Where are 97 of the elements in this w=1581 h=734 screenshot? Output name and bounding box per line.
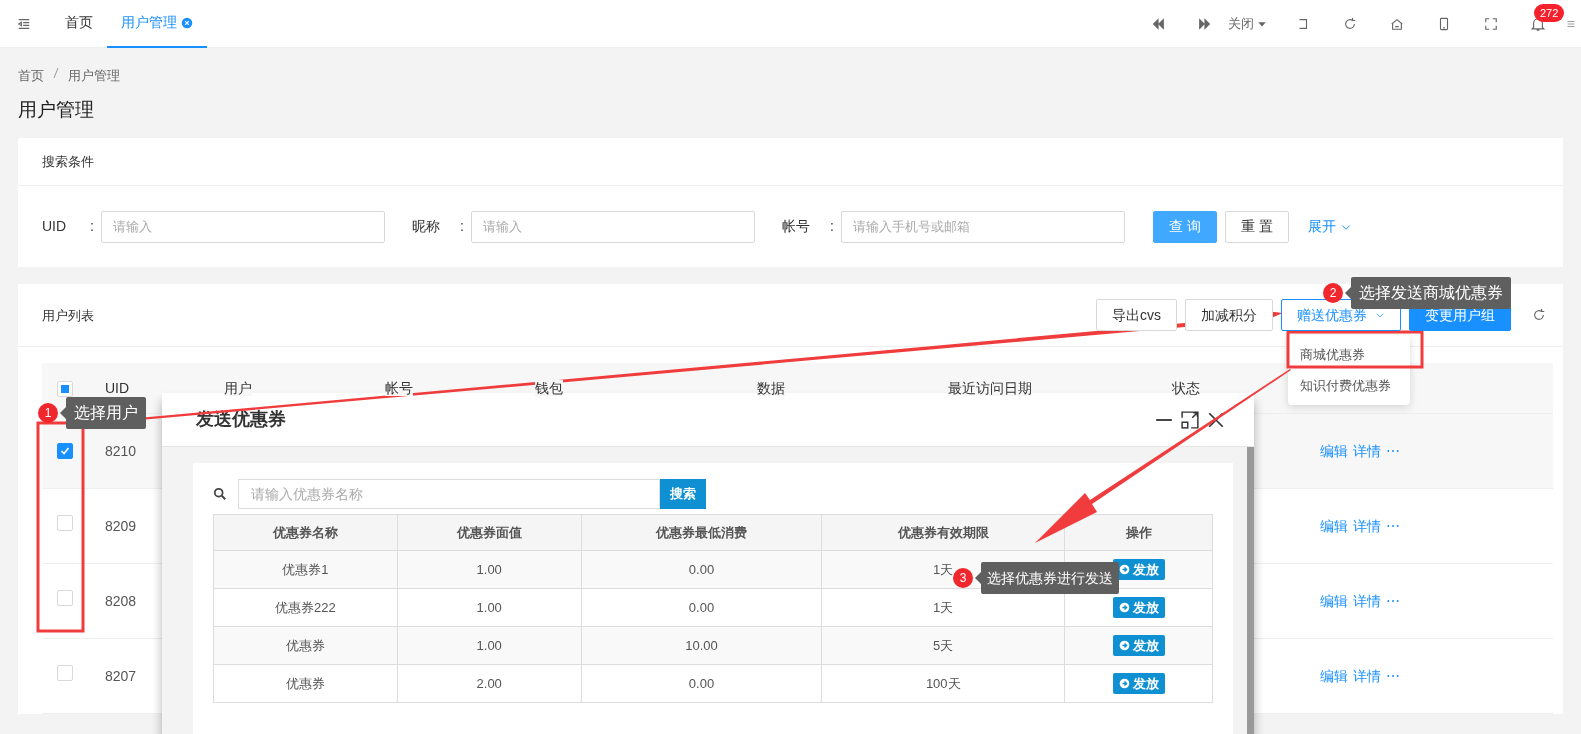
column-header: 钱包 <box>535 379 563 396</box>
input-field[interactable]: 请输入 <box>471 210 755 243</box>
table-cell: 100天 <box>821 664 1065 703</box>
send-button[interactable]: 发放 <box>1112 596 1165 619</box>
arrow-circle-icon <box>1118 639 1130 651</box>
maximize-icon[interactable] <box>1181 410 1199 429</box>
menu-fold-icon <box>16 16 31 31</box>
breadcrumb-item[interactable]: 首页 <box>18 66 44 86</box>
menu-item[interactable]: 知识付费优惠券 <box>1288 370 1410 401</box>
column-header: 状态 <box>1172 379 1200 396</box>
step-number: 2 <box>1323 283 1343 303</box>
field-label: 昵称 <box>412 217 441 237</box>
reset-button[interactable]: 重 置 <box>1224 210 1289 243</box>
field-colon: : <box>460 217 465 237</box>
bell-icon <box>1530 16 1545 31</box>
field-label: UID <box>42 217 68 237</box>
callout-tooltip: 选择优惠券进行发送 <box>981 562 1119 594</box>
tooltip-pointer <box>60 407 66 419</box>
row-action-link[interactable]: 编辑 <box>1320 517 1348 534</box>
close-menu-button[interactable]: 关闭 <box>1228 0 1279 48</box>
table-cell: 8207 <box>105 667 137 684</box>
table-cell: 0.00 <box>581 588 822 627</box>
table-cell: 1.00 <box>397 550 582 589</box>
breadcrumb-separator-icon <box>52 66 60 80</box>
row-action-link[interactable]: ⋯ <box>1386 592 1400 609</box>
field-label: 帐号 <box>782 217 811 237</box>
checkbox[interactable] <box>57 442 73 459</box>
arrow-circle-icon <box>1118 601 1130 613</box>
search-button[interactable]: 搜索 <box>660 479 706 509</box>
field-colon: : <box>830 217 835 237</box>
menu-item[interactable]: 商城优惠券 <box>1288 339 1410 370</box>
home-icon <box>1389 16 1404 31</box>
refresh-icon <box>1532 308 1546 323</box>
input-field[interactable]: 请输入手机号或邮箱 <box>841 210 1125 243</box>
page-title: 用户管理 <box>18 98 95 122</box>
tooltip-pointer <box>975 572 981 584</box>
close-icon[interactable] <box>1207 410 1225 429</box>
column-header: 操作 <box>1064 514 1213 551</box>
partial-mark <box>61 384 69 393</box>
table-cell: 优惠券 <box>213 626 398 665</box>
breadcrumb-item: 用户管理 <box>68 67 120 85</box>
column-header: 帐号 <box>385 379 413 396</box>
table-cell: 1.00 <box>397 588 582 627</box>
row-action-link[interactable]: 详情 <box>1353 442 1381 459</box>
table-cell: 1.00 <box>397 626 582 665</box>
double-right-icon <box>1197 16 1212 31</box>
column-header: 数据 <box>757 379 785 396</box>
table-cell: 优惠券 <box>213 664 398 703</box>
column-header: 用户 <box>224 379 252 396</box>
table-cell: 0.00 <box>581 664 822 703</box>
column-header: 最近访问日期 <box>948 379 1032 396</box>
table-cell: 10.00 <box>581 626 822 665</box>
column-header: 优惠券最低消费 <box>581 514 822 551</box>
tab[interactable]: 用户管理 <box>107 0 207 48</box>
panel-title: 用户列表 <box>42 306 94 325</box>
row-action-link[interactable]: ⋯ <box>1386 667 1400 684</box>
row-action-link[interactable]: ⋯ <box>1386 442 1400 459</box>
row-action-link[interactable]: 详情 <box>1353 517 1381 534</box>
tooltip-pointer <box>1345 287 1351 299</box>
double-left-icon <box>1150 16 1165 31</box>
column-header: 优惠券名称 <box>213 514 398 551</box>
table-cell: 0.00 <box>581 550 822 589</box>
send-button[interactable]: 发放 <box>1112 634 1165 657</box>
row-action-link[interactable]: 详情 <box>1353 592 1381 609</box>
column-header: 优惠券有效期限 <box>821 514 1065 551</box>
search-field[interactable]: 请输入优惠券名称 <box>238 479 660 509</box>
row-action-link[interactable]: 编辑 <box>1320 667 1348 684</box>
search-icon <box>213 487 227 501</box>
column-header: 优惠券面值 <box>397 514 582 551</box>
table-cell: 优惠券1 <box>213 550 398 589</box>
table-cell: 8209 <box>105 517 137 534</box>
fullscreen-icon <box>1483 16 1498 31</box>
table-cell: 优惠券222 <box>213 588 398 627</box>
callout-tooltip: 选择发送商城优惠券 <box>1351 277 1511 309</box>
row-action-link[interactable]: ⋯ <box>1386 517 1400 534</box>
row-action-link[interactable]: 详情 <box>1353 667 1381 684</box>
check-icon <box>60 445 70 456</box>
search-button[interactable]: 查 询 <box>1153 210 1217 243</box>
table-cell: 8208 <box>105 592 137 609</box>
callout-tooltip: 选择用户 <box>66 397 146 429</box>
row-action-link[interactable]: 编辑 <box>1320 442 1348 459</box>
row-action-link[interactable]: 编辑 <box>1320 592 1348 609</box>
refresh-icon <box>1342 16 1357 31</box>
action-button[interactable]: 加减积分 <box>1185 299 1273 332</box>
panel-title: 搜索条件 <box>42 153 94 172</box>
field-colon: : <box>90 217 95 237</box>
table-cell: 2.00 <box>397 664 582 703</box>
input-field[interactable]: 请输入 <box>101 210 385 243</box>
table-cell: 5天 <box>821 626 1065 665</box>
expand-link[interactable]: 展开 <box>1307 216 1352 238</box>
action-button[interactable]: 导出cvs <box>1096 299 1177 332</box>
table-cell: 8210 <box>105 442 137 459</box>
arrow-circle-icon <box>1118 563 1130 575</box>
arrow-circle-icon <box>1118 677 1130 689</box>
notification-badge: 272 <box>1534 3 1565 22</box>
send-button[interactable]: 发放 <box>1112 672 1165 695</box>
tab[interactable]: 首页 <box>51 0 107 48</box>
